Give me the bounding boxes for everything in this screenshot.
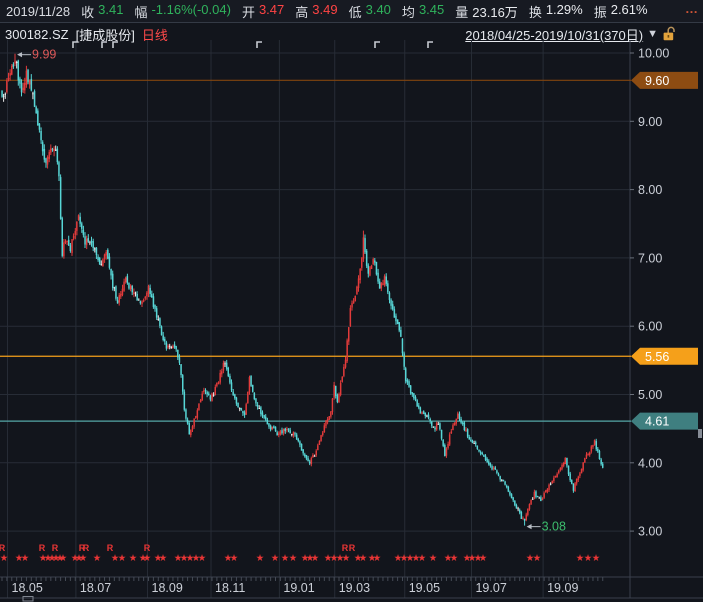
svg-text:3.00: 3.00 bbox=[638, 525, 662, 539]
stock-chart-window: 2019/11/28 收3.41幅-1.16%(-0.04)开3.47高3.49… bbox=[0, 0, 703, 602]
svg-text:5.00: 5.00 bbox=[638, 388, 662, 402]
svg-text:★: ★ bbox=[143, 553, 152, 564]
candles bbox=[1, 54, 603, 526]
resize-handle bbox=[23, 597, 33, 602]
svg-text:3.08: 3.08 bbox=[542, 520, 566, 534]
svg-text:18.09: 18.09 bbox=[152, 581, 183, 595]
svg-text:19.05: 19.05 bbox=[409, 581, 440, 595]
svg-text:★: ★ bbox=[359, 553, 368, 564]
svg-text:R: R bbox=[107, 543, 114, 553]
svg-text:9.99: 9.99 bbox=[32, 48, 56, 62]
news-marker-icon bbox=[113, 42, 118, 48]
svg-text:R: R bbox=[144, 543, 151, 553]
svg-text:★: ★ bbox=[311, 553, 320, 564]
svg-text:8.00: 8.00 bbox=[638, 183, 662, 197]
news-marker-icon bbox=[375, 42, 380, 48]
svg-text:6.00: 6.00 bbox=[638, 320, 662, 334]
svg-text:19.09: 19.09 bbox=[547, 581, 578, 595]
svg-text:★: ★ bbox=[271, 553, 280, 564]
svg-text:★: ★ bbox=[256, 553, 265, 564]
svg-text:R: R bbox=[39, 543, 46, 553]
svg-text:R: R bbox=[349, 543, 356, 553]
svg-text:★: ★ bbox=[373, 553, 382, 564]
svg-text:7.00: 7.00 bbox=[638, 251, 662, 265]
svg-text:18.11: 18.11 bbox=[215, 581, 245, 595]
svg-text:19.07: 19.07 bbox=[475, 581, 506, 595]
news-marker-icon bbox=[102, 42, 107, 48]
svg-text:★: ★ bbox=[592, 553, 601, 564]
svg-text:19.01: 19.01 bbox=[283, 581, 314, 595]
svg-text:★: ★ bbox=[198, 553, 207, 564]
svg-text:★: ★ bbox=[159, 553, 168, 564]
svg-text:★: ★ bbox=[0, 553, 8, 564]
svg-text:★: ★ bbox=[342, 553, 351, 564]
svg-text:9.00: 9.00 bbox=[638, 115, 662, 129]
svg-text:19.03: 19.03 bbox=[339, 581, 370, 595]
svg-text:★: ★ bbox=[418, 553, 427, 564]
svg-text:10.00: 10.00 bbox=[638, 47, 669, 61]
svg-text:5.56: 5.56 bbox=[645, 350, 669, 364]
svg-text:R: R bbox=[342, 543, 349, 553]
svg-text:★: ★ bbox=[118, 553, 127, 564]
axis-scroll-nub bbox=[698, 429, 702, 438]
svg-text:9.60: 9.60 bbox=[645, 74, 669, 88]
svg-text:★: ★ bbox=[533, 553, 542, 564]
svg-text:★: ★ bbox=[230, 553, 239, 564]
news-marker-icon bbox=[257, 42, 262, 48]
svg-text:R: R bbox=[0, 543, 6, 553]
svg-text:R: R bbox=[83, 543, 90, 553]
candlestick-chart[interactable]: 10.00 9.00 8.00 7.00 6.00 5.00 4.00 3.00 9.60 5.5… bbox=[0, 0, 703, 602]
svg-text:★: ★ bbox=[21, 553, 30, 564]
svg-text:18.07: 18.07 bbox=[80, 581, 111, 595]
svg-text:★: ★ bbox=[129, 553, 138, 564]
svg-text:4.61: 4.61 bbox=[645, 415, 669, 429]
svg-text:★: ★ bbox=[450, 553, 459, 564]
svg-text:R: R bbox=[52, 543, 59, 553]
news-marker-icon bbox=[428, 42, 433, 48]
svg-text:★: ★ bbox=[79, 553, 88, 564]
svg-text:★: ★ bbox=[93, 553, 102, 564]
svg-text:4.00: 4.00 bbox=[638, 456, 662, 470]
svg-text:★: ★ bbox=[429, 553, 438, 564]
svg-text:18.05: 18.05 bbox=[12, 581, 43, 595]
svg-text:★: ★ bbox=[479, 553, 488, 564]
svg-text:★: ★ bbox=[59, 553, 68, 564]
svg-text:★: ★ bbox=[289, 553, 298, 564]
